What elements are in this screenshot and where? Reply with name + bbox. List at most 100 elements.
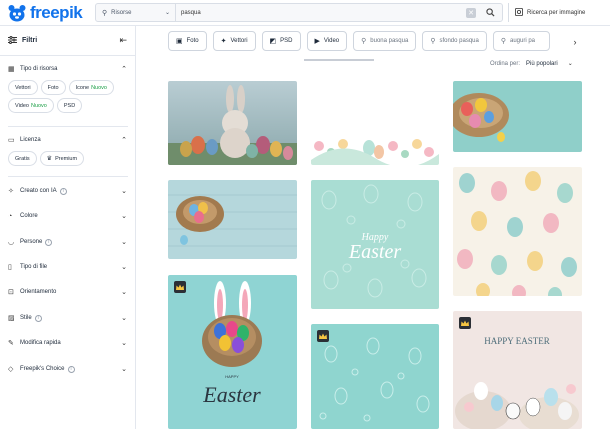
suggestion-label: sfondo pasqua — [439, 38, 479, 44]
poster-happy-text: HAPPY — [225, 374, 239, 379]
info-icon: i — [59, 187, 67, 195]
sec-persone[interactable]: ◡ Persone i ⌄ — [0, 235, 136, 249]
info-icon: i — [67, 365, 75, 373]
chip-psd[interactable]: PSD — [56, 98, 83, 113]
result-image-mint-doodle[interactable] — [311, 324, 439, 429]
section-label: Modifica rapida — [20, 340, 61, 346]
license-chips: Gratis ♛ Premium — [0, 147, 136, 166]
photo-icon: ▣ — [176, 38, 183, 45]
chevron-down-icon: ⌄ — [121, 340, 127, 347]
sec-creato-ia[interactable]: ✧ Creato con IA i ⌄ — [0, 184, 136, 198]
premium-crown-icon — [317, 330, 329, 342]
suggestion-auguri[interactable]: ⚲ auguri pa — [492, 31, 550, 51]
easter-text: Easter — [348, 241, 401, 263]
chip-label: Icone — [75, 84, 90, 91]
tab-video[interactable]: ▶ Video — [306, 31, 348, 51]
result-image-happy-easter-pattern[interactable]: Happy Easter — [311, 180, 439, 309]
collapse-sidebar-icon[interactable]: ⇤ — [119, 35, 127, 46]
chevron-down-icon: ⌄ — [121, 264, 127, 271]
divider — [8, 126, 128, 127]
chevron-down-icon: ⌄ — [121, 366, 127, 373]
result-image-happy-easter-card[interactable]: HAPPY EASTER — [453, 311, 582, 429]
result-image-eggs-pattern[interactable] — [453, 167, 582, 296]
result-image-bunny-basket-poster[interactable]: HAPPY Easter — [168, 275, 297, 429]
result-image-floral-eggs[interactable] — [311, 110, 439, 165]
result-image-nest-eggs[interactable] — [168, 180, 297, 259]
poster-easter-text: Easter — [202, 382, 261, 407]
chip-label: Foto — [47, 84, 59, 91]
filters-sidebar: Filtri ⇤ ▦ Tipo di risorsa ⌃ Vettori Fot… — [0, 26, 136, 429]
vector-icon: ✦ — [220, 38, 227, 45]
sec-stile[interactable]: ▨ Stile i ⌄ — [0, 311, 136, 325]
edit-icon: ✎ — [8, 340, 14, 347]
video-icon: ▶ — [314, 38, 320, 45]
tab-label: PSD — [280, 38, 293, 44]
sec-orientamento[interactable]: ⊡ Orientamento ⌄ — [0, 285, 136, 299]
section-label: Stile — [20, 315, 32, 321]
chevron-right-icon[interactable]: › — [568, 35, 582, 49]
suggestion-label: buona pasqua — [370, 38, 409, 44]
chevron-down-icon: ⌄ — [164, 10, 170, 16]
chip-video[interactable]: Video Nuovo — [8, 98, 54, 113]
suggestion-buona-pasqua[interactable]: ⚲ buona pasqua — [353, 31, 417, 51]
tab-psd[interactable]: ◩ PSD — [261, 31, 301, 51]
section-label: Tipo di file — [20, 264, 48, 270]
sec-freepik-choice[interactable]: ◇ Freepik's Choice i ⌄ — [0, 362, 136, 376]
result-image-bunny-eggs[interactable] — [168, 81, 297, 165]
chip-premium[interactable]: ♛ Premium — [39, 151, 85, 166]
license-section: ▭ Licenza ⌃ Gratis ♛ Premium — [0, 133, 136, 166]
section-label: Freepik's Choice — [20, 366, 65, 372]
freepik-logo-icon — [7, 4, 27, 22]
search-input[interactable] — [176, 4, 466, 21]
resources-icon: ⚲ — [102, 9, 108, 17]
tab-label: Vettori — [230, 38, 248, 44]
premium-crown-icon — [459, 317, 471, 329]
resource-type-select[interactable]: ⚲ Risorse ⌄ — [96, 4, 176, 21]
image-search-button[interactable]: Ricerca per immagine — [508, 3, 606, 22]
tab-label: Foto — [186, 38, 199, 44]
image-search-icon — [515, 7, 523, 18]
resource-type-section: ▦ Tipo di risorsa ⌃ Vettori Foto Icone Nu… — [0, 62, 136, 113]
suggestion-sfondo-pasqua[interactable]: ⚲ sfondo pasqua — [422, 31, 487, 51]
resource-type-header[interactable]: ▦ Tipo di risorsa ⌃ — [0, 62, 136, 76]
chevron-up-icon: ⌃ — [121, 137, 127, 144]
clear-search-icon[interactable]: ✕ — [466, 7, 476, 18]
resource-type-icon: ▦ — [8, 66, 15, 73]
sort-control[interactable]: Ordina per: Più popolari ⌄ — [490, 60, 573, 68]
search-icon[interactable] — [482, 4, 498, 21]
chip-gratis[interactable]: Gratis — [8, 151, 37, 166]
chip-label: Video — [15, 102, 29, 109]
tab-vettori[interactable]: ✦ Vettori — [212, 31, 256, 51]
tab-foto[interactable]: ▣ Foto — [168, 31, 207, 51]
freepik-logo[interactable]: freepik — [0, 0, 92, 26]
search-icon: ⚲ — [430, 38, 436, 45]
sec-tipo-file[interactable]: ▯ Tipo di file ⌄ — [0, 260, 136, 274]
section-label: Colore — [20, 213, 38, 219]
section-label: Persone — [20, 239, 43, 245]
sec-modifica[interactable]: ✎ Modifica rapida ⌄ — [0, 336, 136, 350]
chip-label: Vettori — [15, 84, 31, 91]
new-badge: Nuovo — [30, 102, 47, 109]
license-header[interactable]: ▭ Licenza ⌃ — [0, 133, 136, 147]
chevron-down-icon: ⌄ — [121, 213, 127, 220]
filters-icon — [8, 35, 17, 46]
result-image-basket-eggs[interactable] — [453, 81, 582, 152]
sec-colore[interactable]: ◔ Colore ⌄ — [0, 209, 136, 223]
psd-icon: ◩ — [269, 38, 277, 45]
premium-crown-icon — [174, 281, 186, 293]
chip-label: PSD — [63, 102, 76, 109]
chip-label: Gratis — [15, 155, 30, 162]
chip-foto[interactable]: Foto — [40, 80, 66, 95]
style-icon: ▨ — [8, 315, 15, 322]
filters-title: Filtri — [22, 37, 38, 44]
chip-icone[interactable]: Icone Nuovo — [68, 80, 114, 95]
section-label: Creato con IA — [20, 188, 57, 194]
info-icon: i — [45, 238, 53, 246]
chevron-down-icon: ⌄ — [567, 61, 573, 67]
tabs-scroll-indicator — [304, 59, 374, 61]
sort-value: Più popolari — [526, 60, 558, 67]
chip-vettori[interactable]: Vettori — [8, 80, 38, 95]
section-label: Orientamento — [20, 289, 57, 295]
chip-label: Premium — [55, 155, 78, 162]
chevron-up-icon: ⌃ — [121, 66, 127, 73]
